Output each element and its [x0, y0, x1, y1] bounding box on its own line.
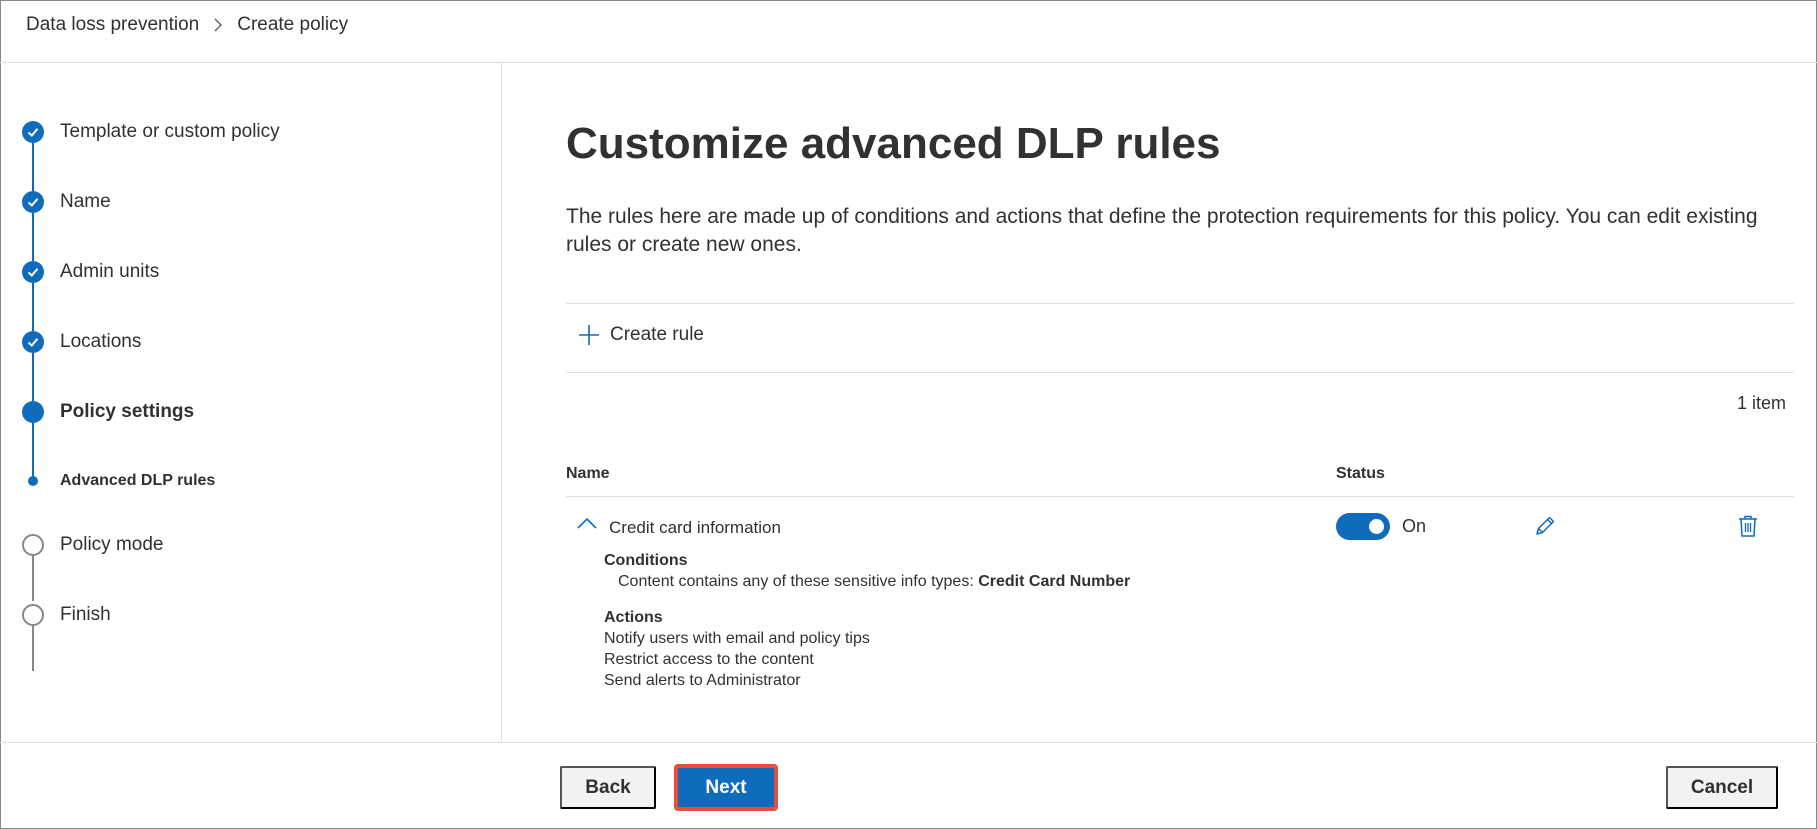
pencil-icon	[1536, 516, 1555, 535]
nav-step-label: Policy mode	[60, 534, 164, 555]
actions-heading: Actions	[604, 609, 663, 626]
checkmark-icon	[22, 191, 44, 213]
plus-icon	[578, 324, 600, 346]
condition-value: Credit Card Number	[978, 573, 1131, 590]
condition-text: Content contains any of these sensitive …	[618, 573, 979, 590]
item-count: 1 item	[1736, 393, 1786, 413]
delete-rule-button[interactable]	[1736, 513, 1760, 544]
step-connector	[32, 623, 34, 671]
rule-name[interactable]: Credit card information	[609, 518, 781, 538]
nav-step-label: Template or custom policy	[60, 121, 280, 142]
wizard-footer: Back Next Cancel	[0, 742, 1817, 829]
next-button[interactable]: Next	[674, 764, 778, 811]
rule-status-label: On	[1402, 516, 1427, 536]
step-connector	[32, 213, 34, 261]
action-item: Send alerts to Administrator	[604, 672, 801, 689]
chevron-up-icon[interactable]	[576, 516, 598, 535]
chevron-right-icon	[213, 18, 223, 32]
action-item: Notify users with email and policy tips	[604, 630, 870, 647]
checkmark-icon	[22, 261, 44, 283]
step-connector	[32, 143, 34, 191]
page-description: The rules here are made up of conditions…	[566, 205, 1758, 256]
trash-icon	[1739, 515, 1757, 537]
nav-step-label: Locations	[60, 331, 142, 352]
step-connector	[32, 423, 34, 481]
empty-circle-icon	[22, 604, 44, 626]
step-connector	[32, 353, 34, 401]
create-rule-button[interactable]: Create rule	[578, 324, 704, 346]
table-header: Name Status	[566, 453, 1794, 497]
column-header-name[interactable]: Name	[566, 465, 610, 483]
breadcrumb-create-policy: Create policy	[237, 14, 349, 35]
step-connector	[32, 283, 34, 331]
breadcrumb: Data loss prevention Create policy	[26, 14, 348, 36]
rule-details: Conditions Content contains any of these…	[604, 550, 1130, 691]
checkmark-icon	[22, 121, 44, 143]
empty-circle-icon	[22, 534, 44, 556]
wizard-nav: Template or custom policy Name Admin uni…	[0, 63, 502, 743]
condition-line: Content contains any of these sensitive …	[604, 571, 1130, 592]
header: Data loss prevention Create policy	[0, 0, 1817, 63]
cancel-button[interactable]: Cancel	[1666, 766, 1778, 809]
breadcrumb-data-loss-prevention[interactable]: Data loss prevention	[26, 14, 199, 36]
conditions-heading: Conditions	[604, 552, 688, 569]
table-row: Credit card information Conditions Conte…	[566, 498, 1794, 698]
nav-step-label: Name	[60, 191, 111, 212]
rules-toolbar: Create rule	[566, 303, 1794, 373]
nav-step-label: Advanced DLP rules	[60, 472, 216, 489]
rule-status-toggle[interactable]	[1336, 513, 1390, 540]
current-substep-dot-icon	[28, 476, 38, 486]
current-step-dot-icon	[22, 401, 44, 423]
column-header-status[interactable]: Status	[1336, 465, 1385, 483]
back-button[interactable]: Back	[560, 766, 656, 809]
nav-step-label: Finish	[60, 604, 111, 625]
toggle-knob	[1369, 519, 1384, 534]
nav-step-label: Policy settings	[60, 401, 195, 422]
edit-rule-button[interactable]	[1532, 513, 1558, 544]
nav-step-label: Admin units	[60, 261, 160, 282]
page-title: Customize advanced DLP rules	[566, 119, 1221, 168]
checkmark-icon	[22, 331, 44, 353]
action-item: Restrict access to the content	[604, 651, 814, 668]
create-rule-label: Create rule	[610, 324, 704, 345]
